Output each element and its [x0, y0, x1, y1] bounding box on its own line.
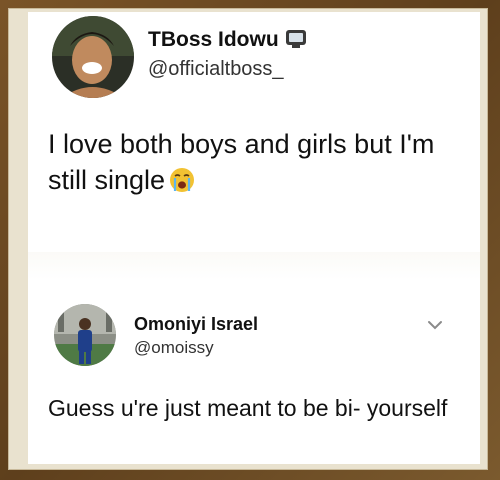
author-handle[interactable]: @officialtboss_ — [148, 58, 284, 81]
tweet-text: I love both boys and girls but I'm still… — [48, 126, 473, 199]
reply-avatar[interactable] — [54, 304, 116, 366]
author-name-text: TBoss Idowu — [148, 28, 279, 51]
reply-author-handle[interactable]: @omoissy — [134, 338, 214, 358]
divider — [28, 252, 480, 280]
picture-frame: TBoss Idowu @officialtboss_ I love both … — [0, 0, 500, 480]
screenshot-card: TBoss Idowu @officialtboss_ I love both … — [28, 12, 480, 464]
author-name[interactable]: TBoss Idowu — [148, 28, 307, 52]
reply-text: Guess u're just meant to be bi- yourself — [48, 395, 448, 421]
profile-photo — [52, 16, 134, 98]
tweet: TBoss Idowu @officialtboss_ I love both … — [28, 12, 480, 250]
avatar[interactable] — [52, 16, 134, 98]
tweet-text-content: I love both boys and girls but I'm still… — [48, 129, 435, 196]
reply-tweet: Omoniyi Israel @omoissy Guess u're just … — [28, 282, 480, 464]
television-icon — [285, 29, 307, 49]
loudly-crying-face-icon — [169, 166, 195, 193]
reply-author-name[interactable]: Omoniyi Israel — [134, 314, 258, 335]
chevron-down-icon[interactable] — [427, 318, 443, 330]
reply-profile-photo — [54, 304, 116, 366]
